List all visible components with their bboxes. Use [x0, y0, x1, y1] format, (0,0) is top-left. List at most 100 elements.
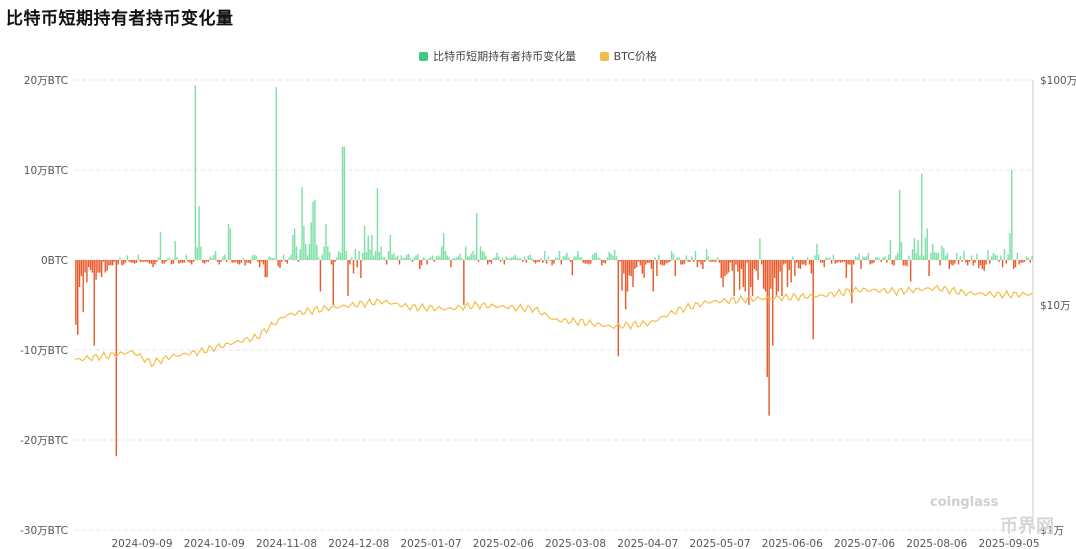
- bar: [152, 260, 154, 268]
- bar: [632, 260, 634, 287]
- bar: [959, 256, 962, 260]
- bar: [235, 260, 237, 262]
- bar: [768, 260, 770, 416]
- bar: [841, 260, 844, 262]
- bar: [80, 260, 83, 277]
- bar: [455, 257, 458, 260]
- bar: [194, 85, 197, 261]
- bar: [143, 260, 145, 262]
- bar: [244, 260, 246, 266]
- bar: [698, 260, 700, 262]
- bar: [185, 254, 187, 260]
- bar: [987, 250, 989, 260]
- bar: [117, 260, 119, 265]
- bar: [647, 260, 649, 263]
- y-tick-label: 10万BTC: [24, 165, 68, 177]
- bar: [799, 260, 802, 269]
- bar: [303, 225, 305, 260]
- bar: [981, 260, 984, 269]
- bar: [661, 260, 664, 266]
- bar: [856, 257, 859, 260]
- bar: [937, 252, 939, 260]
- bar: [777, 260, 779, 292]
- bar: [78, 260, 81, 287]
- bar: [514, 254, 517, 260]
- bar: [273, 258, 276, 260]
- bar: [812, 260, 814, 340]
- bar: [957, 260, 960, 265]
- bar: [597, 257, 599, 260]
- bar: [827, 258, 829, 260]
- bar: [150, 260, 152, 264]
- bar: [889, 240, 892, 260]
- bar: [566, 252, 568, 260]
- bar: [229, 228, 232, 260]
- bar: [435, 256, 437, 260]
- bar: [304, 243, 307, 260]
- bar: [709, 260, 711, 262]
- bar: [601, 260, 603, 266]
- bar: [75, 260, 77, 325]
- bar: [266, 260, 268, 278]
- bar: [751, 260, 754, 296]
- bar: [316, 244, 318, 260]
- bar: [878, 258, 881, 260]
- x-tick-label: 2025-07-06: [834, 538, 895, 549]
- bar: [720, 260, 722, 278]
- bar: [648, 260, 651, 263]
- bar: [577, 251, 579, 260]
- bar: [976, 253, 978, 260]
- bar: [233, 260, 235, 263]
- bar: [606, 257, 608, 260]
- bar: [895, 255, 897, 260]
- bar: [227, 224, 230, 260]
- bar: [1000, 255, 1002, 260]
- bar: [941, 245, 943, 260]
- bar: [926, 228, 928, 260]
- bar: [433, 260, 436, 262]
- bar: [387, 251, 390, 260]
- bar: [472, 251, 474, 260]
- bar: [613, 250, 616, 260]
- bar: [621, 260, 623, 291]
- bar: [200, 246, 202, 260]
- bar: [643, 260, 645, 278]
- bar: [786, 260, 789, 287]
- bar: [908, 255, 910, 260]
- bar: [862, 256, 864, 260]
- bar: [398, 260, 401, 265]
- bar: [748, 260, 750, 305]
- bar: [928, 260, 930, 277]
- bar: [308, 243, 311, 260]
- bar: [213, 254, 215, 260]
- bar: [88, 260, 90, 268]
- bar: [680, 260, 682, 265]
- bar: [238, 260, 241, 265]
- bar: [384, 257, 386, 260]
- bar: [1025, 256, 1028, 260]
- bar: [400, 255, 403, 260]
- bar: [542, 260, 544, 263]
- bar: [510, 257, 513, 260]
- bar: [1005, 260, 1008, 264]
- bar: [225, 260, 228, 262]
- bar: [521, 260, 524, 262]
- bar: [161, 260, 164, 264]
- bar: [236, 260, 239, 264]
- bar: [281, 260, 283, 262]
- bar: [599, 258, 601, 260]
- bar: [761, 260, 763, 265]
- bar: [689, 260, 691, 262]
- bar: [753, 260, 756, 269]
- bar: [284, 260, 287, 262]
- x-tick-label: 2025-09-05: [978, 538, 1039, 549]
- bar: [954, 260, 956, 264]
- bar: [966, 260, 969, 266]
- bar: [323, 246, 325, 260]
- bar: [253, 254, 255, 260]
- bar: [407, 253, 410, 260]
- bar: [979, 260, 982, 266]
- bar: [898, 189, 901, 260]
- bar: [498, 256, 500, 260]
- bar: [591, 254, 594, 260]
